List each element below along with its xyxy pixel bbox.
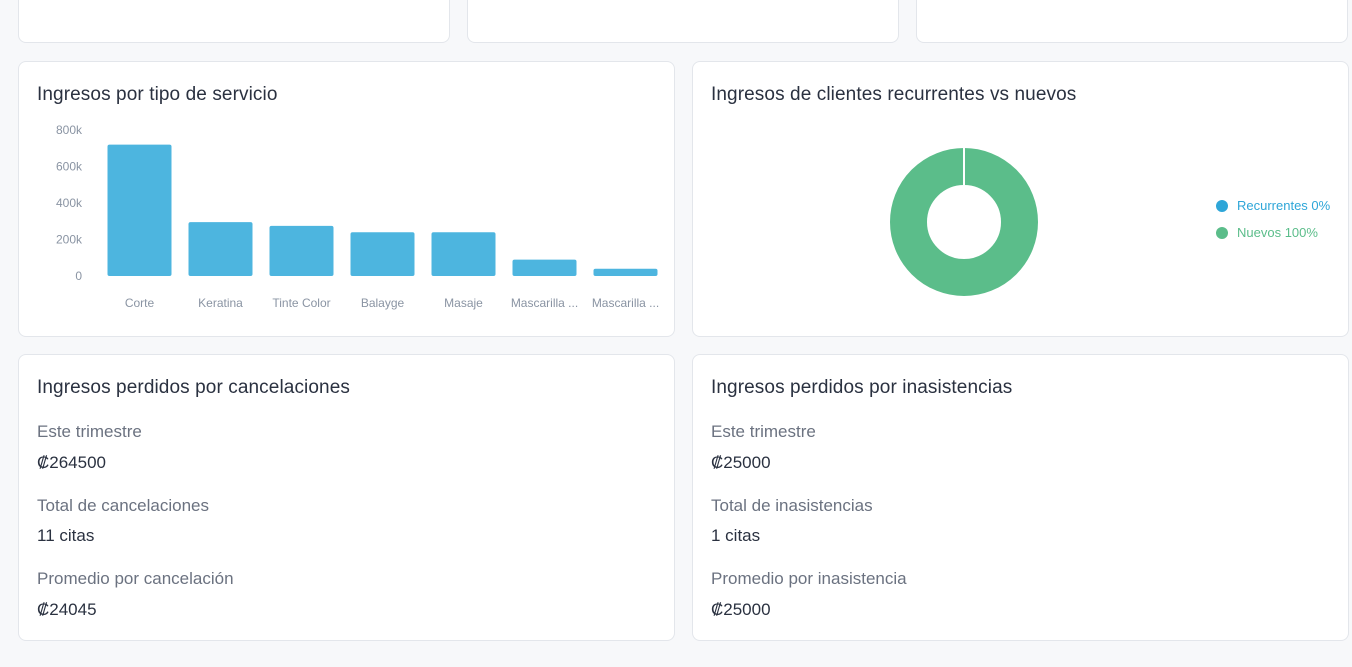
clients-revenue-card: Ingresos de clientes recurrentes vs nuev… xyxy=(692,61,1349,337)
y-tick-label: 0 xyxy=(75,269,82,283)
x-tick-label: Tinte Color xyxy=(272,296,330,310)
legend-item-recurrentes[interactable]: Recurrentes 0% xyxy=(1216,192,1330,219)
cancel-quarter-value: ₡264500 xyxy=(37,453,107,472)
legend-label-recurrentes: Recurrentes 0% xyxy=(1237,198,1331,213)
bar[interactable] xyxy=(188,222,253,276)
noshow-quarter-label: Este trimestre xyxy=(711,422,816,441)
legend-dot-nuevos xyxy=(1216,226,1228,239)
y-tick-label: 600k xyxy=(56,160,83,174)
bar[interactable] xyxy=(593,268,658,276)
top-card-2 xyxy=(467,0,899,43)
top-card-3 xyxy=(916,0,1348,43)
bar[interactable] xyxy=(269,225,334,276)
cancel-average-label: Promedio por cancelación xyxy=(37,569,234,588)
bar[interactable] xyxy=(107,144,172,276)
x-tick-label: Keratina xyxy=(198,296,243,310)
no-shows-title: Ingresos perdidos por inasistencias xyxy=(711,377,1013,398)
top-card-1 xyxy=(18,0,450,43)
service-revenue-card: Ingresos por tipo de servicio 0 200k 400k 6… xyxy=(18,61,675,337)
x-tick-label: Mascarilla ... xyxy=(511,296,578,310)
bar[interactable] xyxy=(431,232,496,276)
noshow-average-label: Promedio por inasistencia xyxy=(711,569,907,588)
noshow-average-value: ₡25000 xyxy=(711,600,771,619)
y-tick-label: 200k xyxy=(56,233,83,247)
y-tick-label: 800k xyxy=(56,123,83,137)
service-revenue-bar-chart: 0 200k 400k 600k 800k Corte Keratina Tinte Colo… xyxy=(56,123,659,310)
noshow-total-value: 1 citas xyxy=(711,526,761,545)
donut-legend: Recurrentes 0% Nuevos 100% xyxy=(1216,192,1330,246)
x-tick-label: Balayge xyxy=(361,296,405,310)
x-tick-label: Masaje xyxy=(444,296,483,310)
legend-dot-recurrentes xyxy=(1216,199,1228,212)
cancel-total-label: Total de cancelaciones xyxy=(37,496,210,515)
cancel-quarter-label: Este trimestre xyxy=(37,422,142,441)
cancel-average-value: ₡24045 xyxy=(37,600,97,619)
legend-label-nuevos: Nuevos 100% xyxy=(1237,225,1318,240)
no-shows-card: Ingresos perdidos por inasistencias Este… xyxy=(692,354,1349,641)
bar[interactable] xyxy=(512,259,577,276)
noshow-quarter-value: ₡25000 xyxy=(711,453,771,472)
noshow-total-label: Total de inasistencias xyxy=(711,496,873,515)
bar[interactable] xyxy=(350,232,415,276)
legend-item-nuevos[interactable]: Nuevos 100% xyxy=(1216,219,1330,246)
cancellations-card: Ingresos perdidos por cancelaciones Este… xyxy=(18,354,675,641)
x-tick-label: Mascarilla ... xyxy=(592,296,659,310)
cancellations-title: Ingresos perdidos por cancelaciones xyxy=(37,377,350,398)
y-tick-label: 400k xyxy=(56,196,83,210)
x-tick-label: Corte xyxy=(125,296,155,310)
cancel-total-value: 11 citas xyxy=(37,526,95,545)
